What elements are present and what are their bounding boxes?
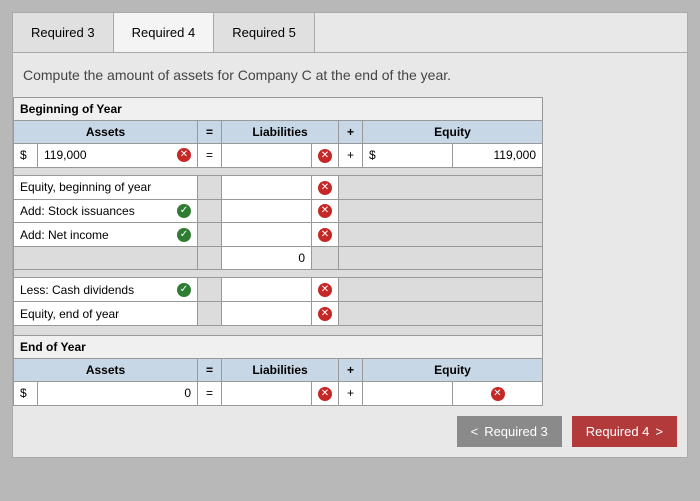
pad	[339, 199, 543, 223]
input-stock[interactable]	[222, 199, 312, 223]
input-netincome[interactable]	[222, 223, 312, 247]
pad	[198, 175, 222, 199]
hdr-liabilities-end: Liabilities	[222, 358, 339, 381]
wrong-icon: ✕	[318, 307, 332, 321]
pad	[339, 175, 543, 199]
section-end: End of Year	[14, 335, 543, 358]
wrong-icon: ✕	[318, 283, 332, 297]
check-icon: ✓	[177, 283, 191, 297]
next-button[interactable]: Required 4 >	[572, 416, 677, 447]
hdr-assets-end: Assets	[14, 358, 198, 381]
tab-required-5[interactable]: Required 5	[214, 13, 315, 52]
wrong-icon: ✕	[318, 387, 332, 401]
wrong-icon: ✕	[318, 204, 332, 218]
pad	[339, 223, 543, 247]
assets-end-currency: $	[14, 381, 38, 405]
row-stock[interactable]: Add: Stock issuances ✓	[14, 199, 198, 223]
pad	[198, 302, 222, 326]
hdr-plus-end: +	[339, 358, 363, 381]
tabs-bar: Required 3 Required 4 Required 5	[13, 13, 687, 53]
pad	[198, 278, 222, 302]
hdr-plus: +	[339, 121, 363, 144]
mark-dividends: ✕	[312, 278, 339, 302]
liab-end-mark: ✕	[312, 381, 339, 405]
pad	[339, 302, 543, 326]
label-netincome: Add: Net income	[20, 228, 109, 242]
eq-begin: =	[198, 144, 222, 168]
input-eq-end[interactable]	[222, 302, 312, 326]
instruction-text: Compute the amount of assets for Company…	[13, 53, 687, 97]
equity-begin-currency: $	[363, 144, 453, 168]
prev-label: Required 3	[484, 424, 548, 439]
wrong-icon: ✕	[177, 148, 191, 162]
pad	[14, 247, 198, 270]
row-netincome[interactable]: Add: Net income ✓	[14, 223, 198, 247]
wrong-icon: ✕	[318, 181, 332, 195]
next-label: Required 4	[586, 424, 650, 439]
check-icon: ✓	[177, 204, 191, 218]
assets-begin-cell[interactable]: 119,000 ✕	[38, 144, 198, 168]
hdr-equity-end: Equity	[363, 358, 543, 381]
check-icon: ✓	[177, 228, 191, 242]
mark-stock: ✕	[312, 199, 339, 223]
pad	[312, 247, 339, 270]
pad	[198, 247, 222, 270]
gap-row	[14, 270, 543, 278]
pad	[339, 247, 543, 270]
liab-begin-mark: ✕	[312, 144, 339, 168]
hdr-equity: Equity	[363, 121, 543, 144]
plus-end: +	[339, 381, 363, 405]
hdr-eq: =	[198, 121, 222, 144]
subtotal-value: 0	[222, 247, 312, 270]
pad	[339, 278, 543, 302]
label-dividends: Less: Cash dividends	[20, 283, 134, 297]
prev-button[interactable]: < Required 3	[457, 416, 562, 447]
hdr-eq-end: =	[198, 358, 222, 381]
equity-begin-value: 119,000	[453, 144, 543, 168]
hdr-liabilities: Liabilities	[222, 121, 339, 144]
label-eq-begin: Equity, beginning of year	[14, 175, 198, 199]
label-stock: Add: Stock issuances	[20, 204, 135, 218]
section-beginning: Beginning of Year	[14, 98, 543, 121]
input-dividends[interactable]	[222, 278, 312, 302]
mark-eq-end: ✕	[312, 302, 339, 326]
input-eq-begin[interactable]	[222, 175, 312, 199]
pad	[198, 199, 222, 223]
assets-begin-value: 119,000	[44, 148, 87, 162]
worksheet-panel: Required 3 Required 4 Required 5 Compute…	[12, 12, 688, 458]
mark-netincome: ✕	[312, 223, 339, 247]
chevron-left-icon: <	[471, 424, 479, 439]
assets-end-value: 0	[38, 381, 198, 405]
hdr-assets: Assets	[14, 121, 198, 144]
wrong-icon: ✕	[318, 149, 332, 163]
worksheet-grid: Beginning of Year Assets = Liabilities +…	[13, 97, 543, 406]
mark-eq-begin: ✕	[312, 175, 339, 199]
tab-required-4[interactable]: Required 4	[114, 13, 215, 52]
label-eq-end: Equity, end of year	[14, 302, 198, 326]
gap-row	[14, 325, 543, 335]
plus-begin: +	[339, 144, 363, 168]
pad	[198, 223, 222, 247]
equity-end-cell[interactable]	[363, 381, 453, 405]
chevron-right-icon: >	[655, 424, 663, 439]
row-dividends[interactable]: Less: Cash dividends ✓	[14, 278, 198, 302]
wrong-icon: ✕	[491, 387, 505, 401]
wrong-icon: ✕	[318, 228, 332, 242]
eq-end: =	[198, 381, 222, 405]
equity-end-mark: ✕	[453, 381, 543, 405]
nav-bar: < Required 3 Required 4 >	[13, 406, 687, 457]
assets-begin-currency: $	[14, 144, 38, 168]
liab-begin-cell[interactable]	[222, 144, 312, 168]
liab-end-cell[interactable]	[222, 381, 312, 405]
gap-row	[14, 167, 543, 175]
tab-required-3[interactable]: Required 3	[13, 13, 114, 52]
